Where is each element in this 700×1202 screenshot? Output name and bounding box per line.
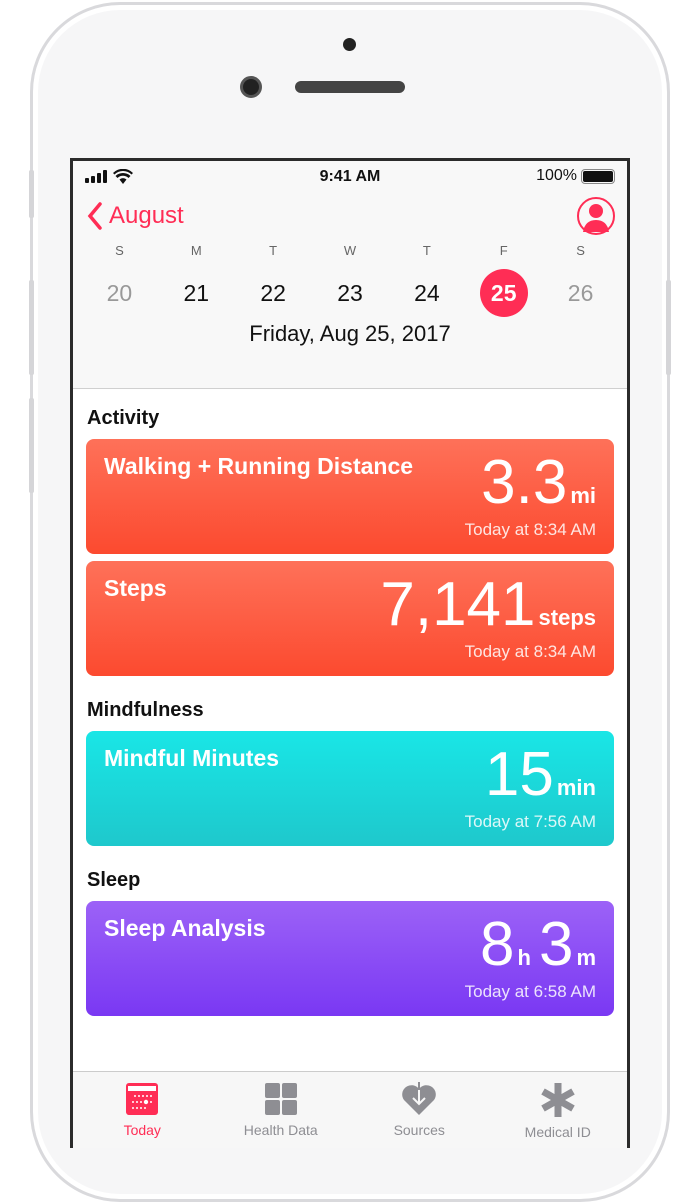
mute-switch [29, 170, 34, 218]
weekday-label: T [269, 243, 278, 258]
day-number: 23 [337, 280, 363, 306]
weekday-label: W [343, 243, 357, 258]
day-fri[interactable]: F 25 [465, 241, 542, 317]
week-strip: S 20 M 21 T 22 W 23 T 24 F 25 S 26 [73, 241, 627, 317]
card-unit: mi [570, 483, 596, 508]
day-wed[interactable]: W 23 [312, 241, 389, 317]
card-timestamp: Today at 6:58 AM [464, 982, 596, 1001]
front-camera [240, 76, 262, 98]
profile-button[interactable] [577, 197, 615, 235]
card-timestamp: Today at 7:56 AM [464, 812, 596, 831]
card-value-hours: 8 [480, 910, 515, 979]
grid-icon [264, 1083, 297, 1115]
day-sun[interactable]: S 20 [81, 241, 158, 317]
tab-label: Health Data [243, 1122, 318, 1138]
tab-health-data[interactable]: Health Data [212, 1072, 351, 1148]
tab-label: Sources [393, 1122, 445, 1138]
volume-down-button [29, 398, 34, 493]
back-label: August [109, 202, 184, 229]
day-sat[interactable]: S 26 [542, 241, 619, 317]
status-bar: 9:41 AM 100% [73, 161, 627, 191]
tab-sources[interactable]: Sources [350, 1072, 489, 1148]
card-unit: min [556, 775, 596, 800]
heart-download-icon [402, 1082, 437, 1115]
card-unit-hours: h [517, 945, 531, 970]
card-unit: steps [538, 605, 596, 630]
tab-medical-id[interactable]: Medical ID [489, 1072, 628, 1148]
card-steps[interactable]: Steps 7,141 steps Today at 8:34 AM [86, 561, 614, 676]
volume-up-button [29, 280, 34, 375]
power-button [666, 280, 671, 375]
day-number: 24 [414, 280, 440, 306]
weekday-label: S [576, 243, 585, 258]
day-number-selected: 25 [479, 269, 528, 317]
screen: 9:41 AM 100% August S 20 M 21 T 22 W 23 T 24 … [70, 158, 630, 1148]
card-value-minutes: 3 [538, 910, 574, 979]
card-value: 3.3 [481, 448, 568, 517]
status-time: 9:41 AM [319, 168, 381, 185]
card-walking-running-distance[interactable]: Walking + Running Distance 3.3 mi Today a… [86, 439, 614, 554]
card-timestamp: Today at 8:34 AM [464, 642, 596, 661]
day-thu[interactable]: T 24 [388, 241, 465, 317]
chevron-left-icon [87, 202, 102, 230]
person-icon [583, 204, 609, 232]
card-value: 7,141 [380, 570, 536, 639]
calendar-icon [126, 1083, 159, 1115]
day-number: 20 [106, 280, 133, 306]
card-unit-minutes: m [576, 945, 596, 970]
weekday-label: T [422, 243, 431, 258]
earpiece-speaker [295, 81, 405, 93]
tab-bar: Today Health Data Sources Medical ID [73, 1071, 627, 1148]
sensor [343, 38, 356, 51]
day-mon[interactable]: M 21 [158, 241, 235, 317]
card-timestamp: Today at 8:34 AM [464, 520, 596, 539]
day-tue[interactable]: T 22 [235, 241, 312, 317]
back-button[interactable]: August [87, 202, 184, 230]
asterisk-icon [541, 1083, 575, 1117]
weekday-label: S [115, 243, 124, 258]
weekday-label: F [499, 243, 508, 258]
day-number: 21 [183, 280, 210, 306]
card-sleep-analysis[interactable]: Sleep Analysis 8h3m Today at 6:58 AM [86, 901, 614, 1016]
section-title-mindfulness: Mindfulness [87, 699, 204, 721]
full-date: Friday, Aug 25, 2017 [249, 321, 451, 346]
day-number: 26 [567, 280, 594, 306]
card-value: 15 [484, 740, 554, 809]
weekday-label: M [190, 243, 202, 258]
section-title-activity: Activity [87, 407, 160, 429]
section-title-sleep: Sleep [87, 869, 141, 891]
tab-label: Today [123, 1122, 161, 1138]
tab-today[interactable]: Today [73, 1072, 212, 1148]
header: 9:41 AM 100% August S 20 M 21 T 22 W 23 T 24 … [73, 161, 627, 389]
day-number: 22 [260, 280, 286, 306]
tab-label: Medical ID [524, 1124, 591, 1140]
card-mindful-minutes[interactable]: Mindful Minutes 15 min Today at 7:56 AM [86, 731, 614, 846]
